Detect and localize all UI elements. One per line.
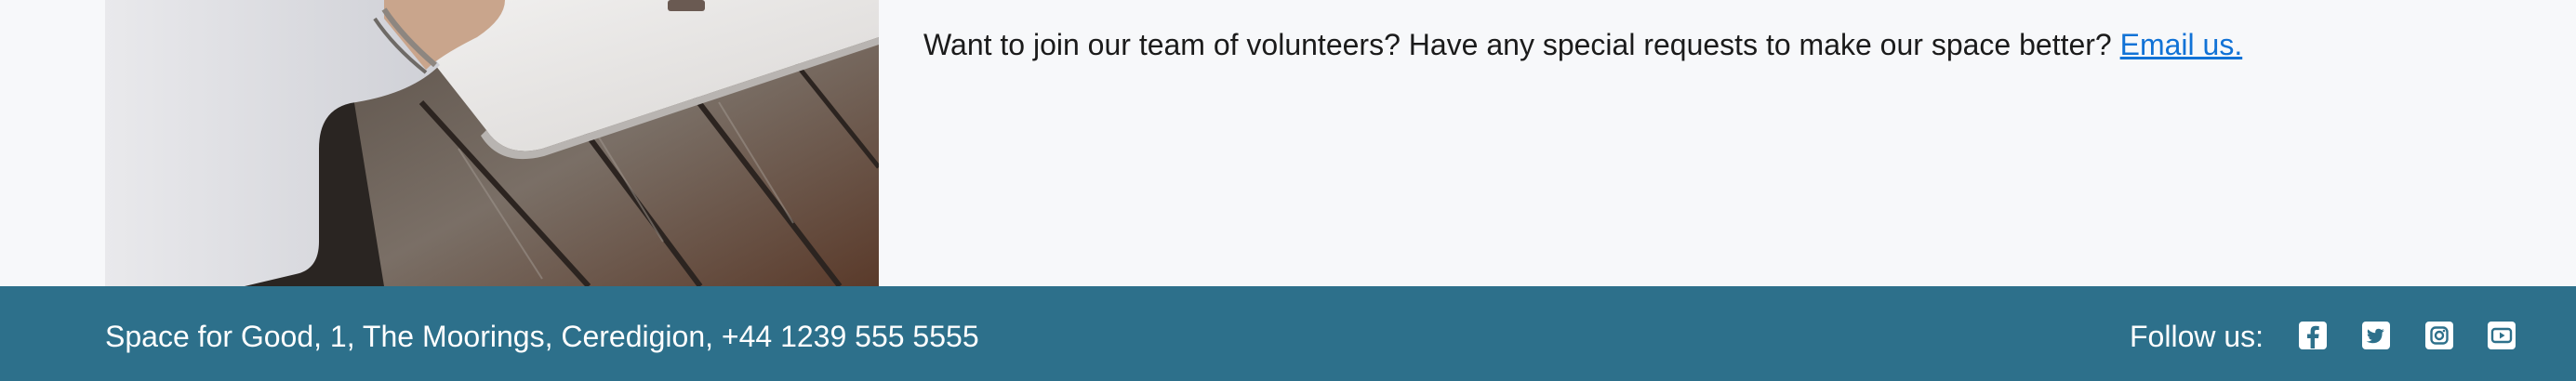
volunteer-text: Want to join our team of volunteers? Hav… [923,28,2112,61]
follow-us-label: Follow us: [2130,320,2264,353]
laptop-photo [105,0,879,286]
twitter-icon[interactable] [2360,320,2392,351]
youtube-icon[interactable] [2486,320,2517,351]
footer: Space for Good, 1, The Moorings, Ceredig… [0,286,2576,381]
page: Want to join our team of volunteers? Hav… [0,0,2576,381]
facebook-icon[interactable] [2297,320,2329,351]
volunteer-text-block: Want to join our team of volunteers? Hav… [923,26,2242,63]
instagram-icon[interactable] [2423,320,2455,351]
content-section: Want to join our team of volunteers? Hav… [0,0,2576,286]
email-us-link[interactable]: Email us. [2120,28,2243,61]
footer-address: Space for Good, 1, The Moorings, Ceredig… [105,320,979,353]
